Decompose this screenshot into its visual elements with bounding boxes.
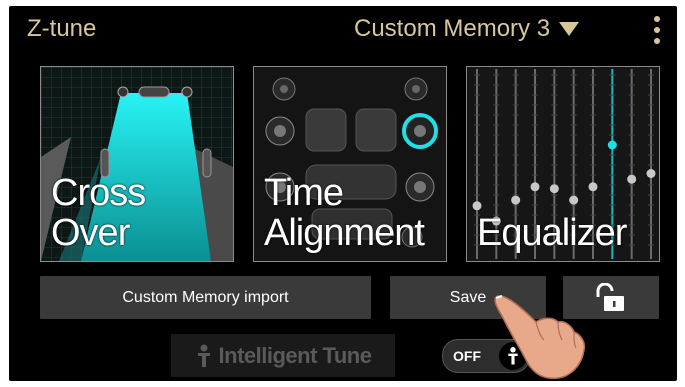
equalizer-label-text: Equalizer <box>477 212 627 254</box>
crossover-label-line2: Over <box>51 212 130 254</box>
crossover-label: Cross Over <box>51 172 146 254</box>
eq-band-knob[interactable] <box>588 182 598 192</box>
eq-band-knob[interactable] <box>472 201 482 211</box>
intelligent-tune-button[interactable]: Intelligent Tune <box>171 334 395 377</box>
eq-band-knob[interactable] <box>627 174 637 184</box>
time-alignment-label-line2: Alignment <box>264 212 425 254</box>
eq-band-knob[interactable] <box>646 169 656 178</box>
intelligent-tune-label: Intelligent Tune <box>218 342 372 368</box>
memory-selector-label: Custom Memory 3 <box>354 15 551 42</box>
eq-band-knob[interactable] <box>549 184 559 194</box>
memory-selector[interactable]: Custom Memory 3 <box>354 15 580 43</box>
triangle-down-icon <box>559 22 580 36</box>
crossover-tile[interactable]: Cross Over <box>40 66 234 262</box>
equalizer-tile[interactable]: Equalizer <box>466 66 660 262</box>
eq-band-knob[interactable] <box>607 140 617 150</box>
crossover-label-line1: Cross <box>51 172 146 214</box>
screen: Z-tune Custom Memory 3 Cross Over Time A… <box>0 0 685 387</box>
toggle-state-label: OFF <box>453 348 481 364</box>
eq-band-knob[interactable] <box>569 195 579 205</box>
time-alignment-label-line1: Time <box>264 172 344 214</box>
equalizer-label: Equalizer <box>477 212 627 254</box>
custom-memory-import-button[interactable]: Custom Memory import <box>40 276 371 319</box>
time-alignment-label: Time Alignment <box>264 172 425 254</box>
kebab-menu-icon[interactable] <box>647 14 667 48</box>
app-title: Z-tune <box>27 15 97 42</box>
person-icon <box>197 344 210 367</box>
eq-band-knob[interactable] <box>511 195 521 205</box>
pointing-hand-image <box>494 295 586 380</box>
time-alignment-tile[interactable]: Time Alignment <box>253 66 447 262</box>
eq-band-knob[interactable] <box>530 182 540 192</box>
unlock-icon <box>596 282 624 311</box>
